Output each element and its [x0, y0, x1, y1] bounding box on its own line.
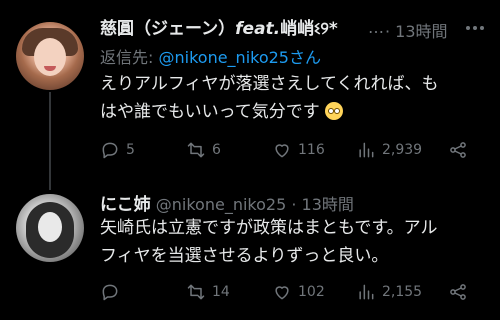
views-icon [359, 142, 374, 158]
like-count: 102 [298, 284, 325, 300]
retweet-count: 14 [212, 284, 230, 300]
views-button[interactable]: 2,939 [356, 140, 422, 160]
tweet-author-name: にこ姉 [100, 195, 151, 215]
like-button[interactable]: 116 [272, 140, 325, 160]
share-button[interactable] [448, 282, 468, 302]
tweet-author[interactable]: にこ姉 @nikone_niko25 · 13時間 [100, 190, 354, 215]
more-options-button[interactable] [464, 18, 486, 38]
reply-button[interactable]: 5 [100, 140, 135, 160]
share-button[interactable] [448, 140, 468, 160]
tweet-text-line: えりアルフィヤが落選さえしてくれれば、も [100, 74, 439, 94]
thread-connector-line [49, 92, 51, 190]
timestamp-text: 13時間 [395, 22, 448, 41]
reply-icon [102, 284, 118, 301]
tweet-text: えりアルフィヤが落選さえしてくれれば、も はや誰でもいいって気分です [100, 70, 490, 126]
retweet-button[interactable]: 14 [186, 282, 230, 302]
tweet-author-name[interactable]: 慈圓（ジェーン）feat.峭峭ଽ୨* [100, 14, 338, 39]
author-name-tail: 峭峭ଽ୨* [280, 19, 338, 39]
reply-icon [102, 142, 118, 159]
timestamp-text: 13時間 [301, 195, 354, 214]
replying-to: 返信先: @nikone_niko25さん [100, 44, 321, 68]
like-icon [275, 144, 289, 158]
views-button[interactable]: 2,155 [356, 282, 422, 302]
retweet-icon [187, 142, 205, 158]
share-icon [450, 142, 466, 158]
like-count: 116 [298, 142, 325, 158]
face-emoji-icon [325, 102, 344, 120]
retweet-button[interactable]: 6 [186, 140, 221, 160]
reply-button[interactable] [100, 282, 126, 302]
share-icon [450, 284, 466, 300]
tweet-author-handle: @nikone_niko25 [155, 195, 287, 214]
retweet-icon [187, 284, 205, 300]
avatar[interactable] [16, 22, 84, 90]
tweet-text: 矢崎氏は立憲ですが政策はまともです。アル フィヤを当選させるよりずっと良い。 [100, 214, 495, 270]
views-count: 2,939 [382, 142, 423, 158]
tweet-text-line: 矢崎氏は立憲ですが政策はまともです。アル [100, 218, 438, 238]
more-dots-icon [466, 26, 484, 30]
tweet-text-line: フィヤを当選させるよりずっと良い。 [100, 246, 389, 266]
author-ellipsis: … [368, 18, 384, 37]
replying-to-label: 返信先: [100, 48, 154, 67]
author-name-feat: feat. [235, 19, 281, 39]
author-name-text: 慈圓（ジェーン） [100, 19, 236, 39]
views-icon [359, 284, 374, 300]
retweet-count: 6 [212, 142, 221, 158]
reply-count: 5 [126, 142, 135, 158]
avatar[interactable] [16, 194, 84, 262]
avatar-face [38, 212, 62, 242]
tweet-text-content: はや誰でもいいって気分です [100, 102, 320, 122]
tweet-text-line: はや誰でもいいって気分です [100, 98, 490, 126]
reply-mention-link[interactable]: @nikone_niko25さん [159, 48, 322, 67]
views-count: 2,155 [382, 284, 423, 300]
like-icon [275, 286, 289, 300]
tweet-timestamp[interactable]: · 13時間 [291, 195, 354, 214]
like-button[interactable]: 102 [272, 282, 325, 302]
tweet-timestamp[interactable]: · 13時間 [385, 18, 448, 42]
